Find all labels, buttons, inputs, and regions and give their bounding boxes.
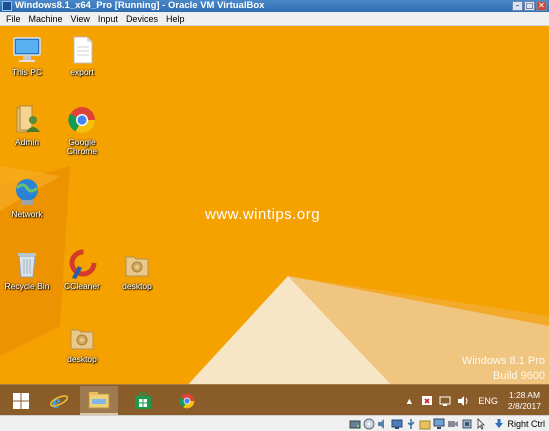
desktop-icon-recycle-bin[interactable]: Recycle Bin	[2, 248, 52, 291]
maximize-button[interactable]: □	[524, 1, 535, 11]
shared-folders-icon[interactable]	[419, 418, 431, 430]
network-status-icon[interactable]	[439, 395, 451, 407]
recycle-bin-icon	[11, 248, 43, 280]
desktop-icon-ccleaner[interactable]: CCleaner	[57, 248, 107, 291]
os-build: Build 9600	[493, 370, 545, 382]
ccleaner-icon	[66, 248, 98, 280]
menu-view[interactable]: View	[67, 12, 94, 26]
volume-icon[interactable]	[457, 395, 469, 407]
clock-time: 1:28 AM	[508, 389, 541, 400]
display-icon[interactable]	[433, 418, 445, 430]
taskbar-chrome[interactable]	[168, 386, 206, 415]
input-language[interactable]: ENG	[478, 396, 498, 406]
user-folder-icon	[11, 104, 43, 136]
desktop-icon-label: This PC	[11, 67, 43, 77]
menu-help[interactable]: Help	[162, 12, 189, 26]
file-icon	[66, 34, 98, 66]
desktop-icon-desktop-1[interactable]: desktop	[112, 248, 162, 291]
desktop-icon-google-chrome[interactable]: Google Chrome	[57, 104, 107, 156]
action-center-icon[interactable]	[421, 395, 433, 407]
usb-icon[interactable]	[405, 418, 417, 430]
video-capture-icon[interactable]	[447, 418, 459, 430]
virtualization-icon[interactable]	[461, 418, 473, 430]
window-title: Windows8.1_x64_Pro [Running] - Oracle VM…	[15, 0, 265, 11]
desktop-icon-export[interactable]: export	[57, 34, 107, 77]
start-button[interactable]	[2, 386, 40, 415]
menu-devices[interactable]: Devices	[122, 12, 162, 26]
this-pc-icon	[11, 34, 43, 66]
minimize-button[interactable]: –	[512, 1, 523, 11]
taskbar-store[interactable]	[124, 386, 162, 415]
svg-text:e: e	[52, 392, 61, 411]
taskbar-file-explorer[interactable]	[80, 386, 118, 415]
start-icon	[13, 392, 29, 409]
menu-bar: File Machine View Input Devices Help	[0, 12, 549, 26]
close-button[interactable]: ✕	[536, 1, 547, 11]
clock-date: 2/8/2017	[507, 400, 541, 411]
desktop-icon-label: desktop	[67, 354, 97, 364]
taskbar-internet-explorer[interactable]: e	[40, 386, 78, 415]
network-icon	[11, 176, 43, 208]
desktop-icon-this-pc[interactable]: This PC	[2, 34, 52, 77]
zip-folder-icon	[121, 248, 153, 280]
window-titlebar[interactable]: Windows8.1_x64_Pro [Running] - Oracle VM…	[0, 0, 549, 12]
desktop-icon-network[interactable]: Network	[2, 176, 52, 219]
mouse-integration-icon[interactable]	[475, 418, 487, 430]
desktop-icon-label: Recycle Bin	[4, 281, 50, 291]
desktop-icon-label: CCleaner	[64, 281, 100, 291]
optical-drive-icon[interactable]	[363, 418, 375, 430]
chrome-icon	[179, 393, 195, 408]
desktop-icon-label: Network	[11, 209, 43, 219]
desktop-icon-label: Admin	[14, 137, 40, 147]
file-explorer-icon	[88, 391, 110, 408]
taskbar: e ▲ ENG 1:28 AM 2/8/2017	[0, 384, 549, 415]
desktop-icon-label: desktop	[122, 281, 152, 291]
internet-explorer-icon: e	[49, 392, 69, 411]
network-adapter-icon[interactable]	[391, 418, 403, 430]
audio-icon[interactable]	[377, 418, 389, 430]
clock[interactable]: 1:28 AM 2/8/2017	[508, 390, 541, 412]
hard-disk-icon[interactable]	[349, 418, 361, 430]
guest-screen[interactable]: This PC export Admin Google Chrome Netwo…	[0, 26, 549, 415]
chrome-icon	[66, 104, 98, 136]
watermark: www.wintips.org	[205, 206, 321, 223]
desktop-icon-desktop-2[interactable]: desktop	[57, 321, 107, 364]
os-name: Windows 8.1 Pro	[461, 355, 545, 367]
desktop-icon-label: Google Chrome	[66, 137, 98, 156]
desktop-icon-admin[interactable]: Admin	[2, 104, 52, 147]
system-tray: ▲ ENG 1:28 AM 2/8/2017	[400, 385, 549, 415]
store-icon	[135, 391, 151, 409]
zip-folder-icon	[66, 321, 98, 353]
show-hidden-icons-icon[interactable]: ▲	[403, 395, 415, 407]
menu-input[interactable]: Input	[94, 12, 122, 26]
host-key-label: Right Ctrl	[507, 418, 545, 429]
virtualbox-icon	[2, 1, 12, 11]
host-key-arrow-icon	[495, 419, 504, 428]
windows-version: Windows 8.1 Pro Build 9600	[462, 354, 545, 384]
menu-machine[interactable]: Machine	[25, 12, 67, 26]
host-key[interactable]: Right Ctrl	[494, 418, 545, 429]
desktop-icon-label: export	[70, 67, 94, 77]
menu-file[interactable]: File	[2, 12, 25, 26]
vbox-statusbar: Right Ctrl	[0, 415, 549, 431]
